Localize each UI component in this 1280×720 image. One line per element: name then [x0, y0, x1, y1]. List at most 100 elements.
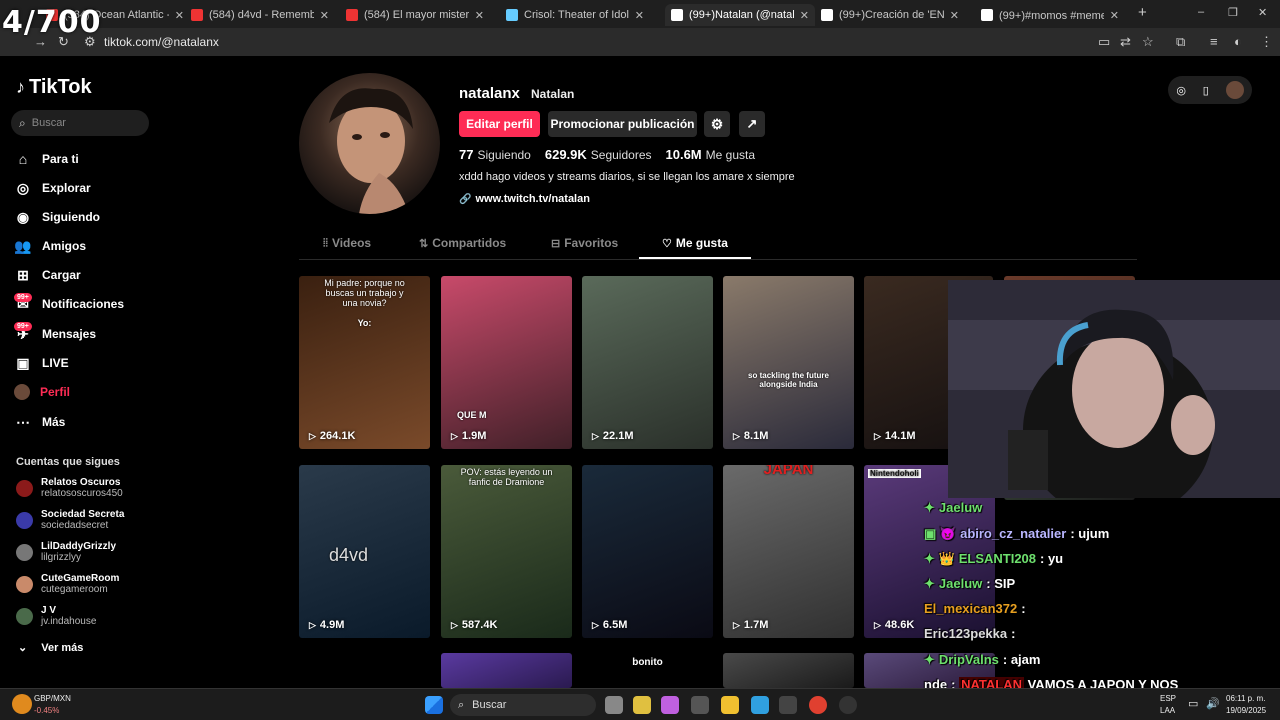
browser-tab[interactable]: (99+)#momos #memes #💀 # ✕	[975, 4, 1125, 26]
video-thumbnail[interactable]: so tackling the future alongside India ▷ 8…	[723, 276, 854, 449]
language-indicator[interactable]: ESP	[1160, 694, 1176, 703]
chrome-icon[interactable]	[809, 696, 827, 714]
profile-link[interactable]: 🔗 www.twitch.tv/natalan	[459, 193, 590, 205]
browser-tab[interactable]: Crisol: Theater of Idols en Stear ✕	[500, 4, 650, 26]
network-icon[interactable]: ▭	[1188, 697, 1198, 710]
close-tab-icon[interactable]: ✕	[635, 9, 644, 22]
followed-account[interactable]: J Vjv.indahouse	[16, 603, 96, 629]
avatar	[16, 575, 33, 593]
stock-widget-icon[interactable]	[12, 694, 32, 714]
store-icon[interactable]	[691, 696, 709, 714]
see-more-button[interactable]: ⌄ Ver más	[18, 641, 83, 655]
sidebar-item-compass[interactable]: ◎ Explorar	[14, 176, 91, 200]
volume-icon[interactable]: 🔊	[1206, 697, 1220, 710]
video-thumbnail[interactable]: d4vd ▷ 4.9M	[299, 465, 430, 638]
task-view-icon[interactable]	[605, 696, 623, 714]
reading-list-icon[interactable]: ≡	[1210, 34, 1218, 49]
followers-stat[interactable]: 629.9K Seguidores	[545, 147, 652, 162]
edit-profile-button[interactable]: Editar perfil	[459, 111, 540, 137]
sidebar-item-profile[interactable]: Perfil	[14, 380, 70, 404]
close-tab-icon[interactable]: ✕	[950, 9, 959, 22]
file-explorer-icon[interactable]	[721, 696, 739, 714]
close-tab-icon[interactable]: ✕	[320, 9, 329, 22]
menu-kebab-icon[interactable]: ⋮	[1260, 34, 1273, 50]
video-thumbnail[interactable]: QUE M ▷ 1.9M	[441, 276, 572, 449]
window-minimize-icon[interactable]: –	[1198, 6, 1204, 18]
browser-tab[interactable]: (99+)Creación de 'EN EL AIRE V ✕	[815, 4, 965, 26]
chat-username: Eric123pekka	[924, 626, 1008, 641]
translate-icon[interactable]: ⇄	[1120, 34, 1131, 50]
widgets-icon[interactable]	[633, 696, 651, 714]
view-count-value: 1.7M	[743, 619, 769, 631]
copilot-icon[interactable]	[661, 696, 679, 714]
video-thumbnail[interactable]: Mi padre: porque no buscas un trabajo y …	[299, 276, 430, 449]
url-field[interactable]: tiktok.com/@natalanx	[104, 35, 219, 49]
following-stat[interactable]: 77 Siguiendo	[459, 147, 531, 162]
app-icon[interactable]	[779, 696, 797, 714]
device-icon[interactable]: ▯	[1203, 84, 1209, 97]
clock-time[interactable]: 06:11 p. m.	[1226, 694, 1265, 703]
window-restore-icon[interactable]: ❐	[1228, 6, 1238, 19]
followed-account[interactable]: CuteGameRoom cutegameroom	[16, 571, 119, 597]
tab-videos[interactable]: ⦙⦙ Videos	[323, 236, 371, 250]
video-thumbnail[interactable]: ▷ 22.1M	[582, 276, 713, 449]
browser-tab[interactable]: (584) d4vd - Remember Me (fro ✕	[185, 4, 335, 26]
video-overlay-text: d4vd	[329, 545, 369, 565]
video-thumbnail[interactable]: POV: estás leyendo un fanfic de Dramione…	[441, 465, 572, 638]
tab-icon: ⊟	[551, 237, 561, 250]
taskbar-search[interactable]: ⌕ Buscar	[450, 694, 596, 716]
share-icon[interactable]: ↗	[739, 111, 765, 137]
sidebar-item-label: Siguiendo	[42, 210, 100, 224]
video-thumbnail[interactable]: ▷ 6.5M	[582, 465, 713, 638]
video-thumbnail[interactable]: bonito	[582, 653, 713, 688]
install-icon[interactable]: ▭	[1098, 34, 1110, 50]
coins-icon[interactable]: ◎	[1176, 84, 1186, 97]
window-close-icon[interactable]: ✕	[1258, 6, 1267, 19]
video-thumbnail[interactable]: JAPAN ▷ 1.7M	[723, 465, 854, 638]
chat-message: Eric123pekka:	[924, 626, 1015, 641]
notification-badge: 99+	[14, 322, 32, 331]
tab-favoritos[interactable]: ⊟ Favoritos	[551, 236, 618, 250]
tab-me-gusta[interactable]: ♡ Me gusta	[662, 236, 728, 250]
settings-gear-icon[interactable]: ⚙	[704, 111, 730, 137]
edge-icon[interactable]	[751, 696, 769, 714]
video-overlay-text: Nintendoholi	[868, 469, 921, 478]
close-tab-icon[interactable]: ✕	[800, 9, 809, 22]
followed-account[interactable]: Relatos Oscuros relatososcuros450	[16, 475, 123, 501]
sidebar-item-more[interactable]: ⋯ Más	[14, 410, 65, 434]
tab-favicon-icon	[506, 9, 518, 21]
extensions-icon[interactable]: ⧉	[1176, 34, 1185, 50]
promote-post-button[interactable]: Promocionar publicación	[548, 111, 697, 137]
sidebar-item-live[interactable]: ▣ LIVE	[14, 351, 68, 375]
followed-account[interactable]: LilDaddyGrizzly lilgrizzlyy	[16, 539, 116, 565]
profile-avatar[interactable]	[299, 73, 440, 214]
video-thumbnail[interactable]	[441, 653, 572, 688]
browser-tab[interactable]: (99+)Natalan (@natalanx) | Tik ✕	[665, 4, 815, 26]
video-thumbnail[interactable]	[723, 653, 854, 688]
chat-message: ✦ Jaeluw	[924, 500, 986, 516]
tab-compartidos[interactable]: ⇅ Compartidos	[419, 236, 506, 250]
obs-icon[interactable]	[839, 696, 857, 714]
search-input[interactable]: ⌕ Buscar	[11, 110, 149, 136]
new-tab-button[interactable]: +	[1138, 4, 1147, 21]
followers-count: 629.9K	[544, 147, 587, 162]
tiktok-logo[interactable]: ♪ TikTok	[16, 76, 92, 99]
sidebar-item-friends[interactable]: 👥 Amigos	[14, 234, 86, 258]
close-tab-icon[interactable]: ✕	[1110, 9, 1119, 22]
bookmark-star-icon[interactable]: ☆	[1142, 34, 1154, 50]
view-count: ▷ 48.6K	[874, 619, 914, 631]
browser-tab[interactable]: (584) El mayor misterio de Inter ✕	[340, 4, 490, 26]
browser-tab-strip: (584) Ocean Atlantic - Into It (L...✕(58…	[0, 0, 1280, 28]
windows-start-icon[interactable]	[425, 696, 443, 714]
sidebar-item-upload[interactable]: ⊞ Cargar	[14, 263, 81, 287]
close-tab-icon[interactable]: ✕	[475, 9, 484, 22]
account-name: Sociedad Secreta	[41, 509, 125, 520]
sidebar-item-following[interactable]: ◉ Siguiendo	[14, 205, 100, 229]
user-avatar-small[interactable]	[1225, 81, 1244, 99]
followed-account[interactable]: Sociedad Secreta sociedadsecret	[16, 507, 124, 533]
account-handle: relatososcuros450	[41, 488, 123, 499]
sidebar-item-home[interactable]: ⌂ Para ti	[14, 147, 79, 171]
view-count: ▷ 22.1M	[592, 430, 634, 442]
close-tab-icon[interactable]: ✕	[175, 9, 184, 22]
account-icon[interactable]: ◐	[1234, 34, 1242, 49]
